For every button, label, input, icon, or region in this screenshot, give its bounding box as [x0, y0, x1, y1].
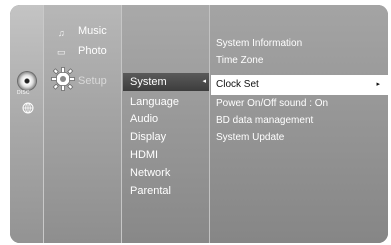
photo-icon: ▭	[57, 47, 66, 57]
left-arrow-icon: ◂	[202, 78, 206, 85]
system-item-clock-set[interactable]: Clock Set ▸	[211, 75, 388, 95]
setup-item-audio[interactable]: Audio	[130, 113, 158, 125]
setup-item-network[interactable]: Network	[130, 167, 170, 179]
system-item-update[interactable]: System Update	[216, 132, 284, 143]
setup-menu-item[interactable]: Setup	[78, 75, 107, 87]
globe-icon	[22, 102, 34, 114]
photo-menu-item[interactable]: Photo	[78, 45, 107, 57]
right-arrow-icon: ▸	[376, 81, 380, 88]
setup-item-system[interactable]: System	[130, 76, 167, 88]
music-note-icon: ♫	[58, 28, 65, 38]
clock-set-label: Clock Set	[216, 79, 259, 90]
icon-column	[10, 5, 44, 243]
media-column	[44, 5, 122, 243]
music-menu-item[interactable]: Music	[78, 25, 107, 37]
menu-panel: DISC ♫ Music ▭ Photo Setup ◂ System Lang…	[10, 5, 388, 243]
setup-item-parental[interactable]: Parental	[130, 185, 171, 197]
system-item-power-sound[interactable]: Power On/Off sound : On	[216, 98, 328, 109]
gear-icon	[51, 67, 75, 91]
setup-item-hdmi[interactable]: HDMI	[130, 149, 158, 161]
system-item-bd-data[interactable]: BD data management	[216, 115, 313, 126]
disc-label: DISC	[17, 90, 30, 96]
disc-icon	[18, 72, 36, 90]
setup-item-language[interactable]: Language	[130, 96, 179, 108]
setup-item-display[interactable]: Display	[130, 131, 166, 143]
system-item-information[interactable]: System Information	[216, 38, 302, 49]
system-item-time-zone[interactable]: Time Zone	[216, 55, 263, 66]
